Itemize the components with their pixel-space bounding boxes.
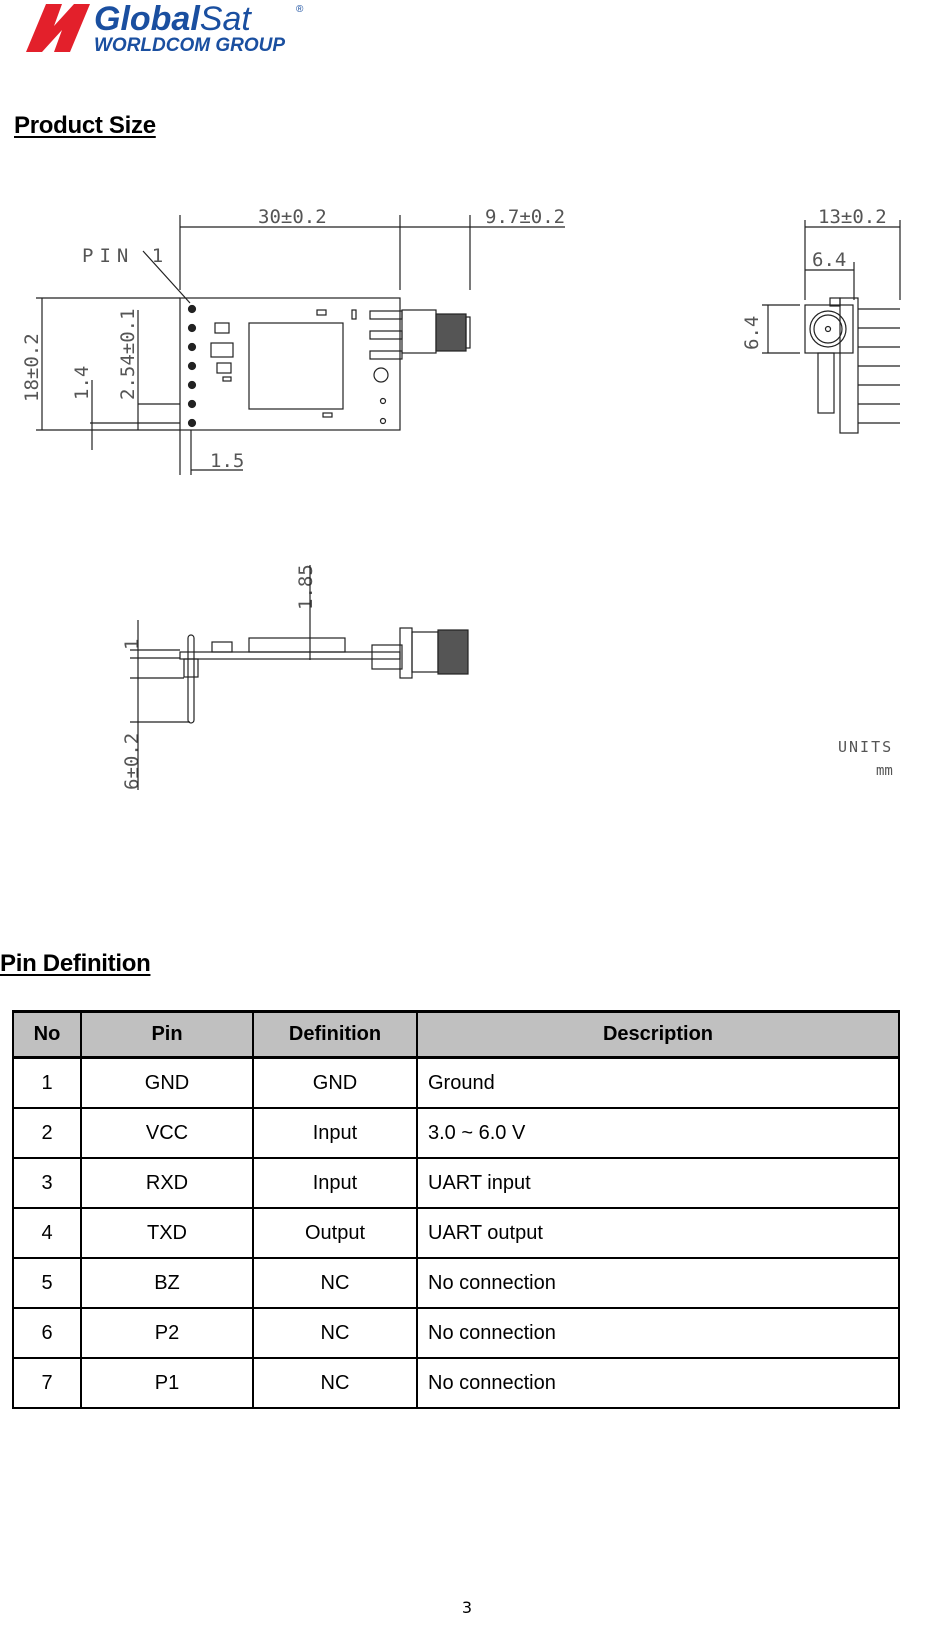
- dim-antenna-length: 9.7±0.2: [485, 206, 565, 228]
- cell-description: No connection: [416, 1307, 900, 1359]
- table-row: 4 TXD Output UART output: [12, 1207, 900, 1259]
- logo-mark-icon: [26, 4, 90, 52]
- cell-definition: NC: [252, 1257, 418, 1309]
- table-row: 5 BZ NC No connection: [12, 1257, 900, 1309]
- cell-definition: Input: [252, 1157, 418, 1209]
- logo-brand-bold: Global: [94, 0, 201, 38]
- dim-connector-h: 6.4: [741, 316, 763, 350]
- pin-definition-table: No Pin Definition Description 1 GND GND …: [12, 1010, 900, 1409]
- page-number: 3: [461, 1598, 473, 1617]
- cell-definition: NC: [252, 1307, 418, 1359]
- cell-pin: P1: [80, 1357, 254, 1409]
- dim-side-width: 13±0.2: [818, 206, 887, 228]
- cell-no: 1: [12, 1056, 82, 1109]
- cell-description: 3.0 ~ 6.0 V: [416, 1107, 900, 1159]
- cell-pin: GND: [80, 1056, 254, 1109]
- gps-chip: [248, 322, 344, 410]
- cell-description: No connection: [416, 1357, 900, 1409]
- col-header-description: Description: [416, 1010, 900, 1059]
- table-row: 3 RXD Input UART input: [12, 1157, 900, 1209]
- side-pins: [858, 308, 900, 424]
- logo-subtitle: WORLDCOM GROUP: [94, 35, 285, 56]
- cell-pin: TXD: [80, 1207, 254, 1259]
- table-header-row: No Pin Definition Description: [12, 1010, 900, 1059]
- cell-definition: NC: [252, 1357, 418, 1409]
- cell-definition: Output: [252, 1207, 418, 1259]
- cell-definition: Input: [252, 1107, 418, 1159]
- pin1-label: PIN 1: [82, 245, 169, 267]
- dim-height: 1.85: [295, 564, 317, 610]
- cell-no: 7: [12, 1357, 82, 1409]
- cell-pin: P2: [80, 1307, 254, 1359]
- col-header-no: No: [12, 1010, 82, 1059]
- cell-no: 3: [12, 1157, 82, 1209]
- globalsat-logo: GlobalSat ® WORLDCOM GROUP: [26, 0, 304, 56]
- cell-description: Ground: [416, 1056, 900, 1109]
- registered-mark: ®: [296, 4, 304, 15]
- cell-no: 2: [12, 1107, 82, 1159]
- svg-text:GlobalSat: GlobalSat: [94, 0, 252, 38]
- cell-pin: RXD: [80, 1157, 254, 1209]
- table-row: 6 P2 NC No connection: [12, 1307, 900, 1359]
- dim-width: 18±0.2: [21, 333, 43, 402]
- product-dimension-drawing: PIN 1 30±0.2 9.7±0.2 18±0.2 2.54±0.1 1.4…: [21, 206, 901, 790]
- dim-pin-pitch: 2.54±0.1: [117, 308, 139, 400]
- dimension-labels: PIN 1 30±0.2 9.7±0.2 18±0.2 2.54±0.1 1.4…: [21, 206, 893, 790]
- product-size-title: Product Size: [14, 112, 156, 139]
- units-label: UNITS: [838, 738, 893, 756]
- pin-definition-title: Pin Definition: [0, 950, 151, 977]
- dim-pcb-thickness: 1: [121, 639, 143, 650]
- cell-pin: BZ: [80, 1257, 254, 1309]
- cell-no: 4: [12, 1207, 82, 1259]
- dim-pin-length: 6±0.2: [121, 733, 143, 790]
- col-header-pin: Pin: [80, 1010, 254, 1059]
- table-row: 1 GND GND Ground: [12, 1056, 900, 1109]
- logo-brand-light: Sat: [200, 0, 253, 38]
- dim-pin-edge: 1.5: [210, 450, 244, 472]
- table-row: 7 P1 NC No connection: [12, 1357, 900, 1409]
- table-row: 2 VCC Input 3.0 ~ 6.0 V: [12, 1107, 900, 1159]
- dim-connector-w: 6.4: [812, 249, 846, 271]
- antenna-connector-thread: [435, 313, 467, 352]
- dim-pin-offset: 1.4: [71, 366, 93, 400]
- cell-description: No connection: [416, 1257, 900, 1309]
- cell-no: 5: [12, 1257, 82, 1309]
- cell-description: UART output: [416, 1207, 900, 1259]
- cell-description: UART input: [416, 1157, 900, 1209]
- dim-length: 30±0.2: [258, 206, 327, 228]
- cell-pin: VCC: [80, 1107, 254, 1159]
- col-header-definition: Definition: [252, 1010, 418, 1059]
- cell-definition: GND: [252, 1056, 418, 1109]
- pin-row: [187, 304, 197, 428]
- cell-no: 6: [12, 1307, 82, 1359]
- units-value: mm: [876, 763, 893, 779]
